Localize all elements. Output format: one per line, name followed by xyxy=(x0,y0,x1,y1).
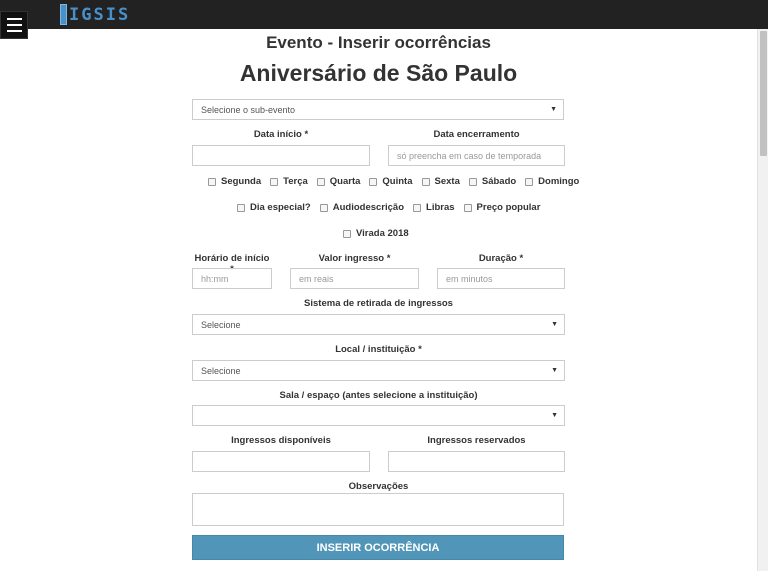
checkbox-quinta[interactable]: Quinta xyxy=(369,176,413,187)
end-date-label: Data encerramento xyxy=(433,129,520,140)
venue-select[interactable]: Selecione ▼ xyxy=(192,360,565,381)
virada-checkbox-row: Virada 2018 xyxy=(343,228,418,239)
duration-label: Duração * xyxy=(478,253,524,264)
venue-label: Local / instituição * xyxy=(335,344,422,355)
checkbox-terca[interactable]: Terça xyxy=(270,176,308,187)
checkbox-audiodescricao[interactable]: Audiodescrição xyxy=(319,202,405,213)
checkbox-label: Quinta xyxy=(382,176,413,187)
weekday-checkboxes: Segunda Terça Quarta Quinta Sexta Sábado… xyxy=(208,176,588,187)
app-logo[interactable]: IGSIS xyxy=(60,4,130,25)
checkbox-box[interactable] xyxy=(270,177,279,186)
checkbox-box[interactable] xyxy=(208,177,216,186)
scrollbar-thumb[interactable] xyxy=(760,31,767,156)
room-label: Sala / espaço (antes selecione a institu… xyxy=(279,390,478,401)
checkbox-label: Dia especial? xyxy=(250,202,311,213)
checkbox-label: Sexta xyxy=(434,176,460,187)
caret-down-icon: ▼ xyxy=(550,106,557,113)
checkbox-label: Terça xyxy=(283,176,308,187)
hamburger-icon-bar xyxy=(6,30,22,32)
page-title: Evento - Inserir ocorrências xyxy=(266,33,491,52)
checkbox-box[interactable] xyxy=(468,177,477,186)
checkbox-domingo[interactable]: Domingo xyxy=(525,176,579,187)
checkbox-label: Audiodescrição xyxy=(332,202,405,213)
ticket-system-value: Selecione xyxy=(201,319,241,330)
checkbox-label: Sábado xyxy=(481,176,517,187)
event-name: Aniversário de São Paulo xyxy=(239,60,518,86)
room-select[interactable]: ▼ xyxy=(192,405,565,426)
extra-checkboxes: Dia especial? Audiodescrição Libras Preç… xyxy=(237,202,549,213)
checkbox-box[interactable] xyxy=(343,229,351,238)
checkbox-preco-popular[interactable]: Preço popular xyxy=(463,202,541,213)
logo-text: IGSIS xyxy=(69,4,131,25)
checkbox-box[interactable] xyxy=(237,203,245,212)
end-date-placeholder: só preencha em caso de temporada xyxy=(397,150,542,161)
tickets-available-label: Ingressos disponíveis xyxy=(231,435,331,446)
checkbox-box[interactable] xyxy=(369,177,378,186)
price-label: Valor ingresso * xyxy=(318,253,391,264)
tickets-reserved-label: Ingressos reservados xyxy=(427,435,526,446)
checkbox-libras[interactable]: Libras xyxy=(413,202,455,213)
price-input[interactable]: em reais xyxy=(290,268,419,289)
insert-occurrence-button[interactable]: INSERIR OCORRÊNCIA xyxy=(192,535,564,560)
checkbox-label: Quarta xyxy=(329,176,361,187)
start-date-input[interactable] xyxy=(192,145,370,166)
hamburger-icon-bar xyxy=(6,24,22,26)
checkbox-label: Virada 2018 xyxy=(356,228,409,239)
tickets-reserved-input[interactable] xyxy=(388,451,565,472)
end-date-input[interactable]: só preencha em caso de temporada xyxy=(388,145,565,166)
checkbox-segunda[interactable]: Segunda xyxy=(208,176,261,187)
checkbox-quarta[interactable]: Quarta xyxy=(316,176,361,187)
top-navbar: IGSIS xyxy=(0,0,768,29)
hamburger-icon xyxy=(6,18,22,20)
price-placeholder: em reais xyxy=(299,273,334,284)
ticket-system-select[interactable]: Selecione ▼ xyxy=(192,314,565,335)
checkbox-box[interactable] xyxy=(316,177,325,186)
page-scrollbar[interactable] xyxy=(757,29,768,571)
subevent-select-value: Selecione o sub-evento xyxy=(201,104,296,115)
duration-placeholder: em minutos xyxy=(446,273,493,284)
checkbox-sexta[interactable]: Sexta xyxy=(421,176,460,187)
tickets-available-input[interactable] xyxy=(192,451,370,472)
checkbox-label: Preço popular xyxy=(476,202,541,213)
checkbox-box[interactable] xyxy=(463,203,472,212)
checkbox-box[interactable] xyxy=(413,203,422,212)
notes-textarea[interactable] xyxy=(192,493,564,526)
caret-down-icon: ▼ xyxy=(551,367,558,374)
caret-down-icon: ▼ xyxy=(551,412,558,419)
checkbox-dia-especial[interactable]: Dia especial? xyxy=(237,202,311,213)
notes-label: Observações xyxy=(348,481,409,492)
ticket-system-label: Sistema de retirada de ingressos xyxy=(304,298,453,309)
duration-input[interactable]: em minutos xyxy=(437,268,565,289)
checkbox-label: Libras xyxy=(426,202,455,213)
checkbox-label: Segunda xyxy=(221,176,262,187)
venue-value: Selecione xyxy=(201,365,241,376)
checkbox-sabado[interactable]: Sábado xyxy=(468,176,517,187)
checkbox-label: Domingo xyxy=(538,176,580,187)
start-time-input[interactable]: hh:mm xyxy=(192,268,272,289)
checkbox-box[interactable] xyxy=(319,203,328,212)
start-time-placeholder: hh:mm xyxy=(201,273,229,284)
checkbox-box[interactable] xyxy=(421,177,430,186)
checkbox-box[interactable] xyxy=(525,177,534,186)
logo-mark-icon xyxy=(60,4,67,25)
start-date-label: Data início * xyxy=(253,129,309,140)
checkbox-virada-2018[interactable]: Virada 2018 xyxy=(343,228,409,239)
caret-down-icon: ▼ xyxy=(551,321,558,328)
subevent-select[interactable]: Selecione o sub-evento ▼ xyxy=(192,99,564,120)
